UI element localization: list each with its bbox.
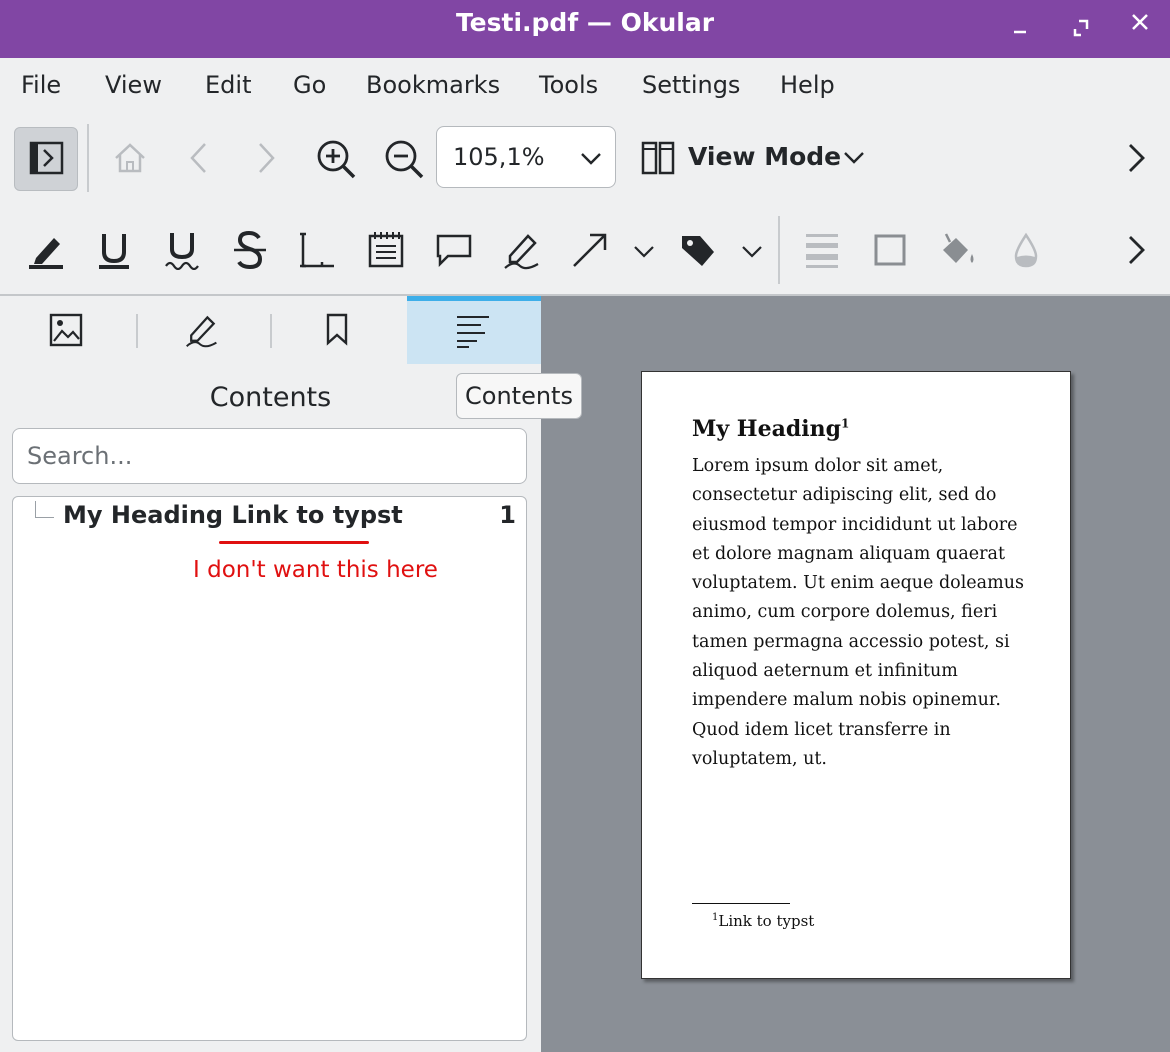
pdf-footnote[interactable]: 1Link to typst [712,912,814,930]
maximize-button[interactable] [1062,10,1098,46]
popup-note-button[interactable] [434,230,474,270]
view-mode-dropdown[interactable] [842,146,866,170]
menu-go[interactable]: Go [293,71,326,99]
sidebar-toggle-button[interactable] [14,127,78,191]
pdf-body-text: Lorem ipsum dolor sit amet, consectetur … [692,456,1024,769]
tooltip: Contents [456,373,582,419]
close-button[interactable] [1122,10,1158,46]
pdf-heading: My Heading1 [692,416,850,442]
stamp-button[interactable] [678,230,718,270]
tab-thumbnails[interactable] [0,296,135,364]
review-icon [186,315,217,348]
back-icon [190,143,206,173]
zoom-out-icon [385,140,424,179]
tree-branch-line [35,501,54,518]
squiggle-icon [165,233,199,270]
opacity-button[interactable] [1006,230,1046,270]
arrow-dropdown[interactable] [632,240,656,264]
inline-note-icon [368,232,404,268]
zoom-value: 105,1% [453,143,545,171]
toc-item[interactable]: My Heading Link to typst 1 [13,497,526,537]
menu-bar: File View Edit Go Bookmarks Tools Settin… [0,58,1170,118]
view-mode-icon [641,141,675,175]
tab-contents[interactable] [407,296,541,364]
toc-item-label: My Heading Link to typst [63,501,403,529]
toolbar-separator [778,216,780,284]
stamp-dropdown[interactable] [740,240,764,264]
annotation-overflow-button[interactable] [1120,232,1154,268]
window-title: Testi.pdf — Okular [455,8,715,37]
zoom-in-icon [317,140,356,179]
typewriter-icon [300,232,334,268]
arrow-button[interactable] [570,230,610,270]
inline-note-button[interactable] [366,230,406,270]
menu-view[interactable]: View [105,71,162,99]
typewriter-button[interactable] [298,230,338,270]
annotation-underline [219,541,369,544]
toc-item-page: 1 [499,501,516,529]
opacity-icon [1014,232,1038,268]
overflow-icon [1129,236,1145,264]
contents-icon [457,316,489,348]
chevron-down-icon [581,153,601,165]
menu-edit[interactable]: Edit [205,71,251,99]
pdf-page: My Heading1 Lorem ipsum dolor sit amet, … [641,371,1071,979]
chevron-down-icon [742,246,762,258]
zoom-out-button[interactable] [382,137,426,181]
main-toolbar: 105,1% View Mode [0,118,1170,208]
freehand-icon [504,234,539,270]
menu-help[interactable]: Help [780,71,835,99]
overflow-icon [1129,144,1145,172]
border-color-button[interactable] [870,230,910,270]
forward-icon [259,143,275,173]
title-bar: Testi.pdf — Okular [0,0,1170,58]
bookmark-icon [326,313,348,346]
tab-reviews[interactable] [138,296,270,364]
chevron-down-icon [844,152,864,164]
home-icon [115,143,145,173]
search-input[interactable] [12,428,527,484]
menu-tools[interactable]: Tools [539,71,598,99]
sidebar-toggle-icon [29,141,64,175]
border-color-icon [874,234,906,266]
fill-color-icon [943,233,974,263]
menu-bookmarks[interactable]: Bookmarks [366,71,500,99]
line-width-button[interactable] [802,230,842,270]
annotation-note: I don't want this here [193,557,438,583]
tab-bookmarks[interactable] [272,296,406,364]
toolbar-separator [87,124,89,192]
footnote-rule [692,903,790,904]
arrow-icon [573,233,607,267]
minimize-button[interactable] [1002,10,1038,46]
highlighter-icon [29,238,63,269]
home-button[interactable] [110,138,150,178]
strikeout-button[interactable] [230,230,270,270]
stamp-icon [682,236,714,266]
chevron-down-icon [634,246,654,258]
underline-button[interactable] [94,230,134,270]
view-mode-button[interactable] [640,140,676,176]
annotation-toolbar [0,208,1170,296]
menu-settings[interactable]: Settings [642,71,740,99]
image-icon [49,313,83,347]
highlighter-button[interactable] [26,230,66,270]
strikeout-icon [234,230,266,270]
squiggle-button[interactable] [162,230,202,270]
zoom-in-button[interactable] [314,137,358,181]
view-mode-label[interactable]: View Mode [688,142,841,171]
underline-icon [99,234,129,269]
zoom-select[interactable]: 105,1% [436,126,616,188]
toolbar-overflow-button[interactable] [1120,140,1154,176]
menu-file[interactable]: File [21,71,61,99]
forward-button[interactable] [246,138,286,178]
document-viewer[interactable]: My Heading1 Lorem ipsum dolor sit amet, … [541,296,1170,1052]
line-width-icon [806,234,838,268]
toc-tree: My Heading Link to typst 1 I don't want … [12,496,527,1041]
fill-color-button[interactable] [938,230,978,270]
back-button[interactable] [180,138,220,178]
popup-note-icon [436,234,472,268]
freehand-button[interactable] [502,230,542,270]
